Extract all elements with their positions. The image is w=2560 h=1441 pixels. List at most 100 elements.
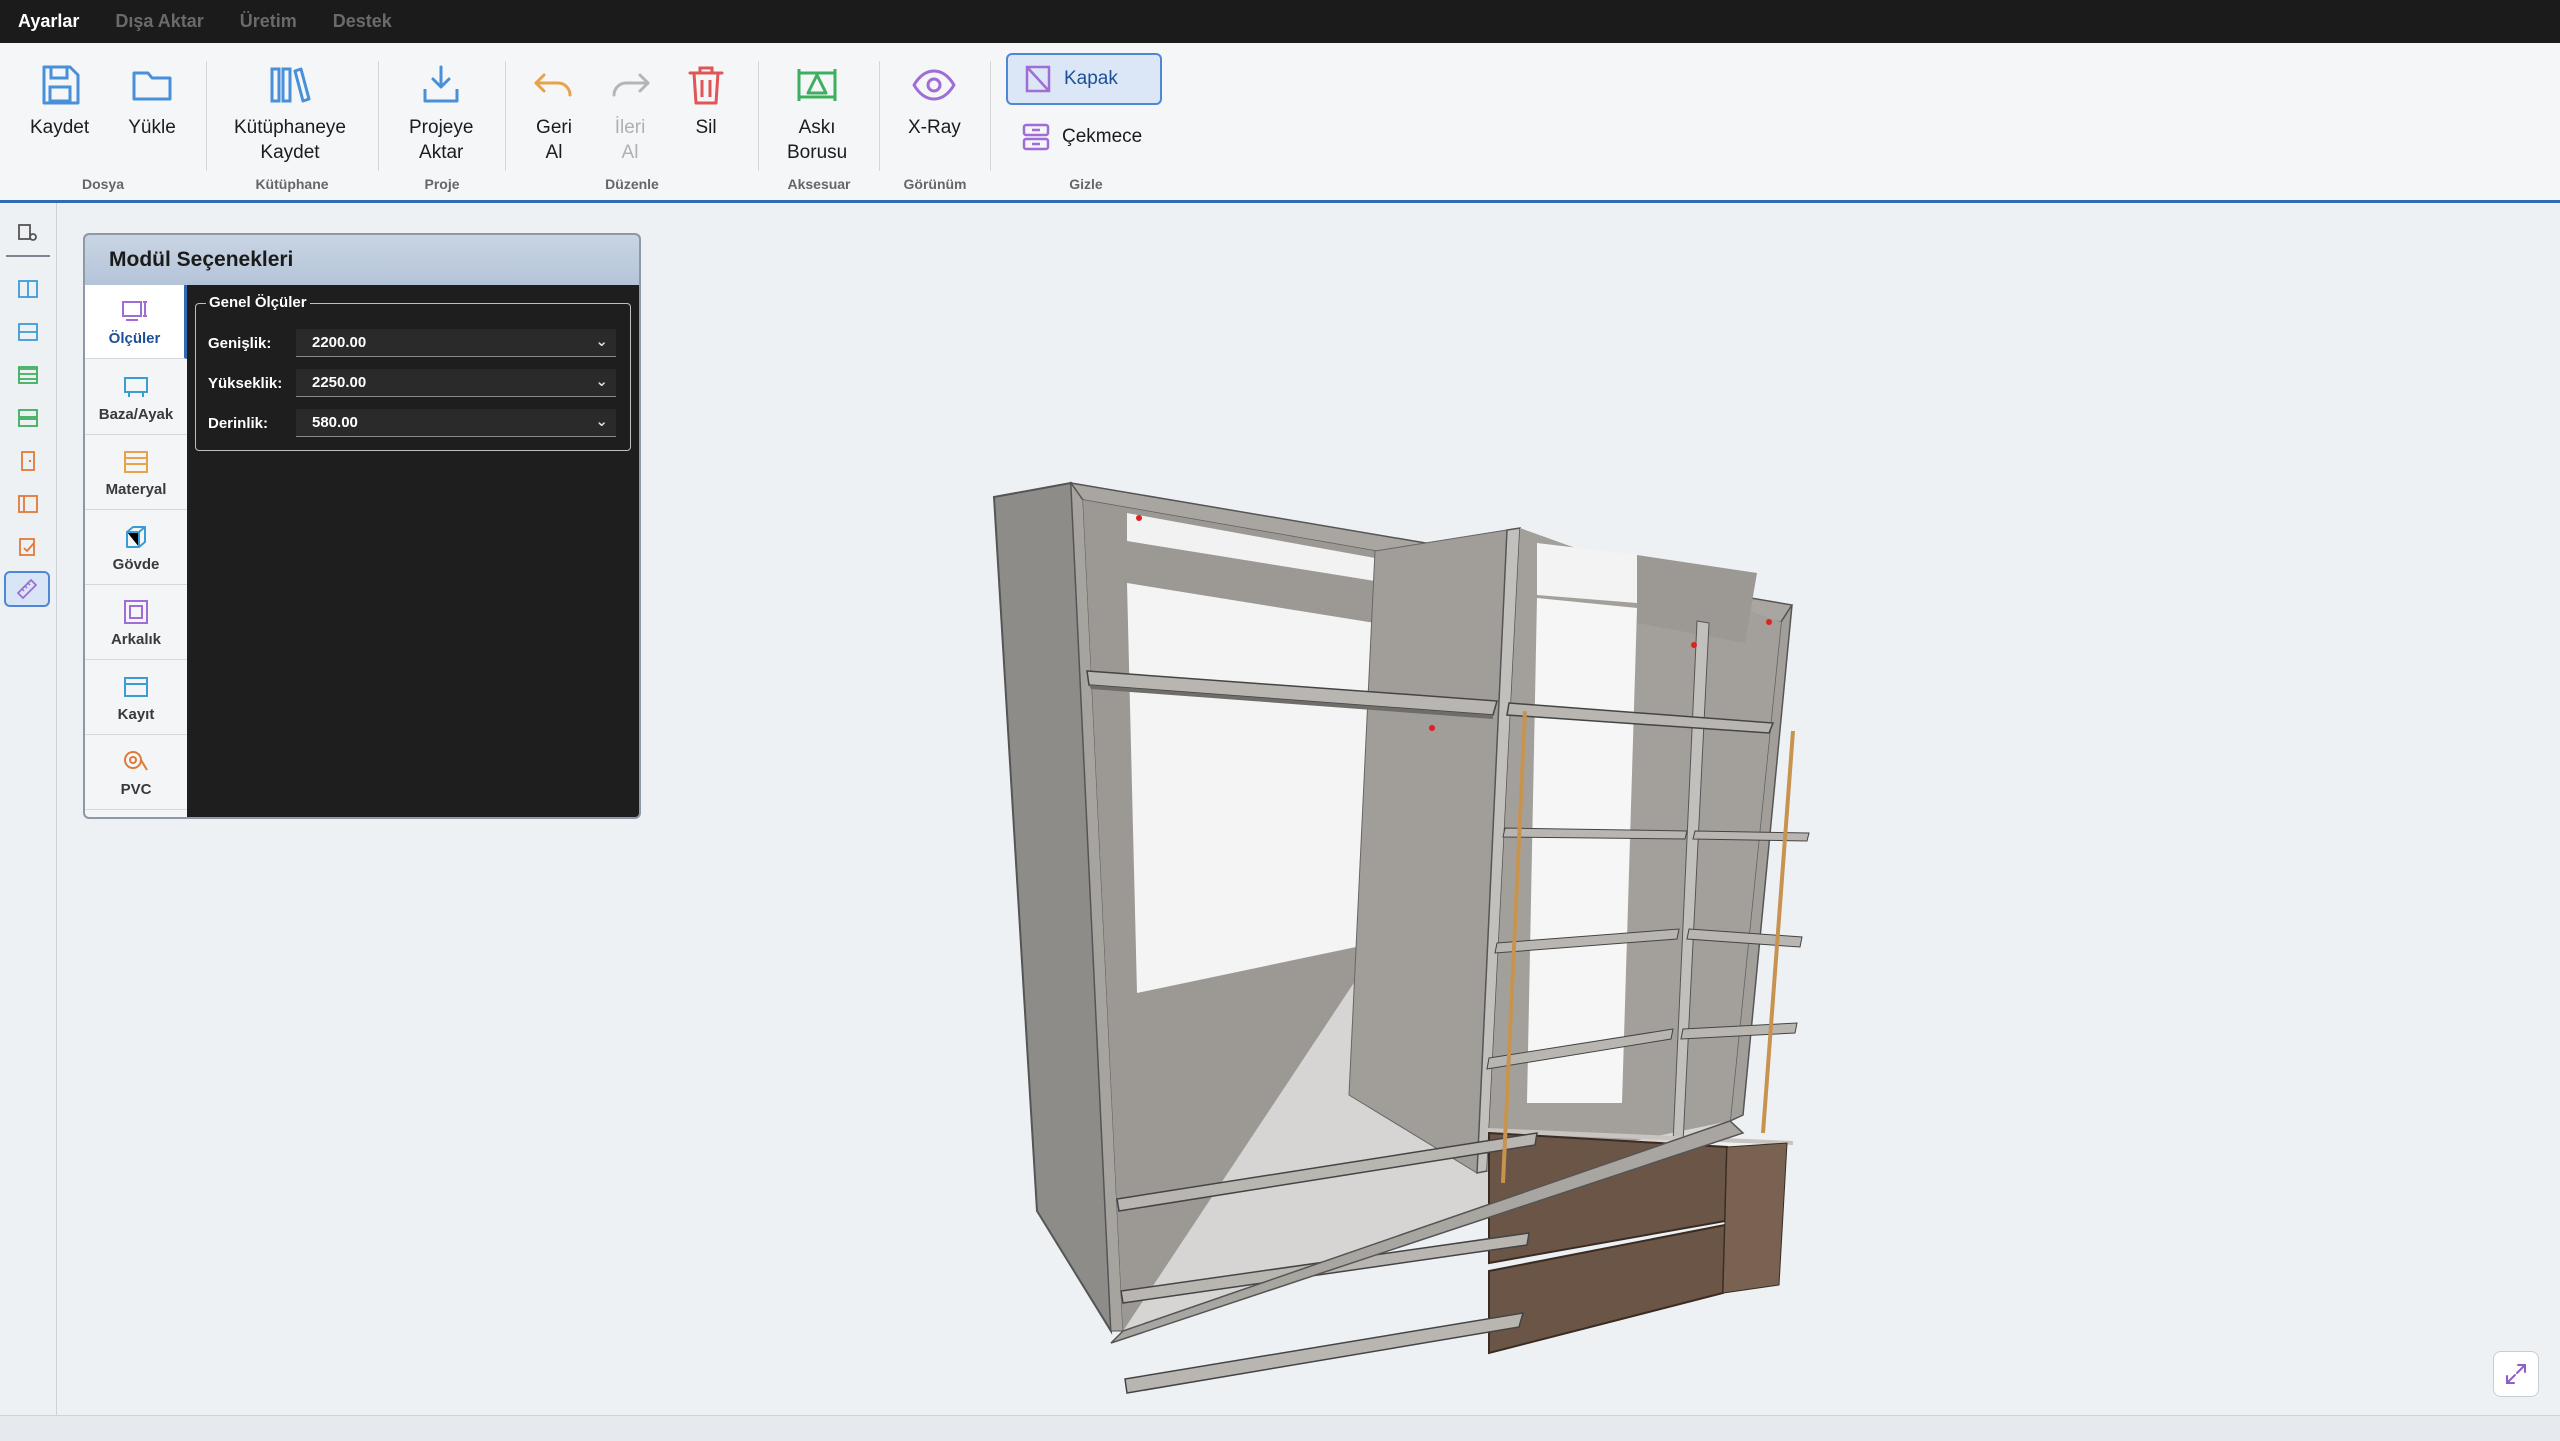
sil-button[interactable]: Sil: [682, 61, 730, 140]
status-bar: [0, 1415, 2560, 1441]
rail-panel-icon[interactable]: [12, 488, 44, 520]
tab-baza-ayak-label: Baza/Ayak: [98, 405, 174, 423]
kaydet-button[interactable]: Kaydet: [30, 61, 89, 140]
rail-ruler-icon[interactable]: [4, 571, 50, 607]
rail-layers-icon[interactable]: [12, 359, 44, 391]
tab-baza-ayak[interactable]: Baza/Ayak: [85, 360, 187, 435]
genislik-value: 2200.00: [312, 334, 367, 351]
yukle-button[interactable]: Yükle: [128, 61, 176, 140]
group-label-aksesuar: Aksesuar: [787, 176, 851, 192]
import-icon: [423, 65, 459, 103]
group-kutuphane: Kütüphaneye Kaydet Kütüphane: [207, 43, 377, 200]
kutuphaneye-kaydet-button[interactable]: Kütüphaneye Kaydet: [234, 61, 346, 165]
derinlik-value: 580.00: [312, 414, 358, 431]
ileri-al-label: İleri Al: [614, 117, 646, 163]
projeye-aktar-label: Projeye Aktar: [409, 117, 474, 163]
back-panel-icon: [124, 599, 148, 624]
genislik-dropdown[interactable]: 2200.00 ⌄: [296, 329, 616, 357]
yukseklik-label: Yükseklik:: [208, 374, 283, 392]
rail-library-icon[interactable]: [12, 217, 44, 249]
geri-al-label: Geri Al: [536, 117, 572, 163]
tab-kayit[interactable]: Kayıt: [85, 660, 187, 735]
tab-pvc[interactable]: PVC: [85, 735, 187, 810]
undo-icon: [534, 73, 572, 97]
tab-pvc-label: PVC: [120, 780, 152, 798]
cekmece-label: Çekmece: [1062, 126, 1143, 147]
expand-icon: [2506, 1364, 2526, 1384]
library-icon: [270, 67, 311, 103]
group-dosya: Kaydet Yükle Dosya: [0, 43, 206, 200]
derinlik-label: Derinlik:: [208, 414, 269, 432]
group-label-proje: Proje: [424, 176, 460, 192]
kaydet-label: Kaydet: [30, 117, 90, 138]
rail-checklist-icon[interactable]: [12, 531, 44, 563]
panel-title: Modül Seçenekleri: [85, 235, 639, 285]
aski-borusu-button[interactable]: Askı Borusu: [787, 61, 847, 165]
group-label-kutuphane: Kütüphane: [255, 176, 329, 192]
cube-icon: [126, 525, 146, 548]
tab-govde-label: Gövde: [112, 555, 160, 573]
left-tool-rail: [0, 203, 57, 1415]
fullscreen-button[interactable]: [2493, 1351, 2539, 1397]
field-row-yukseklik: Yükseklik: 2250.00 ⌄: [208, 368, 618, 398]
menu-disa-aktar[interactable]: Dışa Aktar: [115, 11, 203, 32]
hanger-rod-icon: [797, 69, 837, 101]
tab-arkalik[interactable]: Arkalık: [85, 585, 187, 660]
yukle-label: Yükle: [128, 117, 176, 138]
rail-cabinet-icon[interactable]: [12, 273, 44, 305]
measure-icon: [121, 301, 147, 321]
chevron-down-icon: ⌄: [595, 413, 608, 430]
edge-tape-icon: [124, 750, 148, 771]
cekmece-toggle[interactable]: Çekmece: [1006, 111, 1162, 163]
field-row-genislik: Genişlik: 2200.00 ⌄: [208, 328, 618, 358]
rail-divider: [6, 255, 50, 257]
save-icon: [42, 65, 80, 105]
door-icon: [1025, 65, 1051, 93]
projeye-aktar-button[interactable]: Projeye Aktar: [409, 61, 473, 165]
base-icon: [124, 376, 148, 397]
tab-materyal[interactable]: Materyal: [85, 435, 187, 510]
material-icon: [124, 450, 148, 473]
geri-al-button[interactable]: Geri Al: [530, 61, 578, 165]
genel-olculer-group: Genel Ölçüler Genişlik: 2200.00 ⌄ Yüksek…: [195, 294, 631, 451]
yukseklik-dropdown[interactable]: 2250.00 ⌄: [296, 369, 616, 397]
yukseklik-value: 2250.00: [312, 374, 367, 391]
menu-destek[interactable]: Destek: [333, 11, 392, 32]
ileri-al-button[interactable]: İleri Al: [606, 61, 654, 165]
trash-icon: [688, 66, 724, 105]
kutuphaneye-kaydet-label: Kütüphaneye Kaydet: [234, 117, 346, 163]
xray-label: X-Ray: [908, 117, 961, 138]
field-row-derinlik: Derinlik: 580.00 ⌄: [208, 408, 618, 438]
tab-olculer-label: Ölçüler: [108, 330, 161, 347]
menu-ayarlar[interactable]: Ayarlar: [18, 11, 79, 32]
group-label-dosya: Dosya: [81, 176, 125, 192]
menu-bar: Ayarlar Dışa Aktar Üretim Destek: [0, 0, 2560, 43]
kapak-label: Kapak: [1064, 68, 1118, 89]
aski-borusu-label: Askı Borusu: [787, 117, 848, 163]
rail-drawer-icon[interactable]: [12, 402, 44, 434]
chevron-down-icon: ⌄: [595, 373, 608, 390]
tab-olculer[interactable]: Ölçüler: [85, 285, 187, 359]
tab-materyal-label: Materyal: [105, 480, 167, 498]
rail-door-icon[interactable]: [12, 445, 44, 477]
group-label-gizle: Gizle: [1069, 176, 1103, 192]
tab-kayit-label: Kayıt: [117, 705, 155, 723]
group-gorunum: X-Ray Görünüm: [880, 43, 990, 200]
ribbon-toolbar: Kaydet Yükle Dosya Kütüphaneye Kaydet Kü…: [0, 43, 2560, 203]
genislik-label: Genişlik:: [208, 334, 272, 352]
menu-uretim[interactable]: Üretim: [240, 11, 297, 32]
tab-govde[interactable]: Gövde: [85, 510, 187, 585]
group-label-duzenle: Düzenle: [605, 176, 659, 192]
derinlik-dropdown[interactable]: 580.00 ⌄: [296, 409, 616, 437]
chevron-down-icon: ⌄: [595, 333, 608, 350]
tab-arkalik-label: Arkalık: [110, 630, 162, 648]
rail-frame-icon: [124, 676, 148, 697]
group-proje: Projeye Aktar Proje: [379, 43, 505, 200]
group-label-gorunum: Görünüm: [903, 176, 967, 192]
modul-secenekleri-panel: Modül Seçenekleri Ölçüler Baza/Ayak Mate…: [83, 233, 641, 819]
group-duzenle: Geri Al İleri Al Sil Düzenle: [506, 43, 758, 200]
kapak-toggle[interactable]: Kapak: [1006, 53, 1162, 105]
eye-icon: [912, 69, 956, 101]
xray-button[interactable]: X-Ray: [908, 61, 961, 140]
rail-shelf-icon[interactable]: [12, 316, 44, 348]
